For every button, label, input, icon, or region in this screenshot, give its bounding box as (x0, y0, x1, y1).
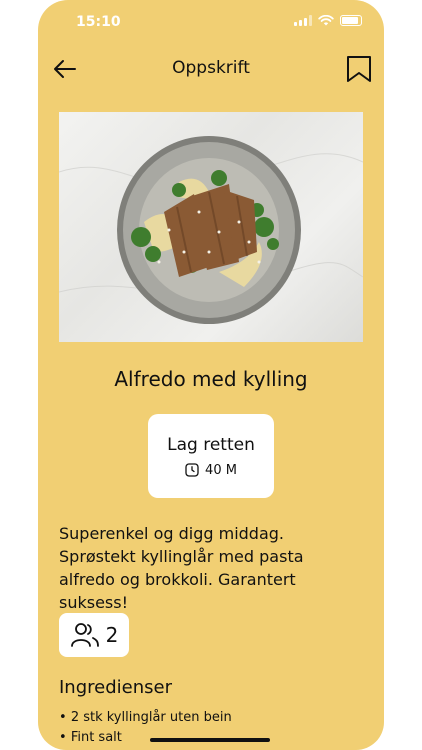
ingredients-heading: Ingredienser (59, 677, 172, 698)
status-bar: 15:10 (38, 0, 384, 40)
top-nav: Oppskrift (38, 52, 384, 86)
status-time: 15:10 (76, 14, 121, 30)
bookmark-icon[interactable] (346, 55, 372, 83)
page-title: Oppskrift (172, 58, 250, 78)
home-indicator[interactable] (150, 738, 270, 742)
status-icons (294, 15, 362, 26)
ingredient-item: 2 stk kyllinglår uten bein (59, 708, 232, 728)
cook-recipe-button[interactable]: Lag retten 40 M (148, 414, 274, 498)
servings-count: 2 (105, 623, 119, 647)
servings-selector[interactable]: 2 (59, 613, 129, 657)
recipe-image (59, 112, 363, 342)
cook-time: 40 M (185, 463, 237, 478)
signal-icon (294, 15, 312, 26)
recipe-title: Alfredo med kylling (114, 367, 308, 391)
cook-time-value: 40 M (205, 462, 237, 478)
people-icon (70, 623, 99, 647)
ingredients-list: 2 stk kyllinglår uten bein Fint salt (59, 708, 232, 748)
app-screen: 15:10 Oppskrift Alfredo med kylling Lag … (38, 0, 384, 750)
wifi-icon (318, 15, 334, 26)
recipe-description: Superenkel og digg middag. Sprøstekt kyl… (59, 524, 304, 612)
clock-icon (185, 463, 199, 477)
dish-illustration (59, 136, 363, 324)
battery-icon (340, 15, 362, 26)
cook-button-label: Lag retten (167, 434, 255, 455)
